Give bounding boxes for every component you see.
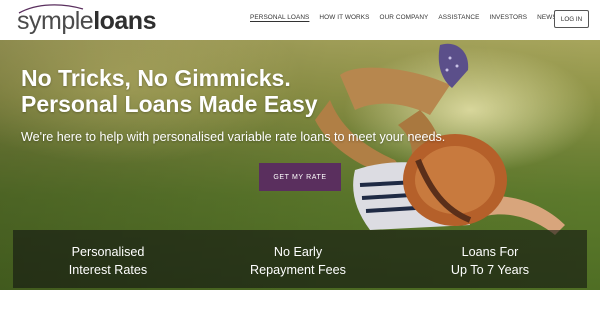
features-bar: Personalised Interest Rates No Early Rep… — [13, 230, 587, 288]
nav-investors[interactable]: Investors — [489, 14, 527, 21]
feature-line: Up To 7 Years — [450, 263, 530, 277]
logo-swoosh-icon — [18, 4, 84, 14]
get-my-rate-button[interactable]: Get My Rate — [259, 163, 341, 191]
feature-loan-term: Loans For Up To 7 Years — [395, 243, 585, 279]
nav-personal-loans[interactable]: Personal Loans — [250, 14, 309, 21]
nav-assistance[interactable]: Assistance — [438, 14, 479, 21]
hero-banner: No Tricks, No Gimmicks. Personal Loans M… — [0, 40, 600, 290]
site-header: symple loans Personal Loans How It Works … — [0, 0, 600, 40]
hero-title-line2: Personal Loans Made Easy — [21, 91, 318, 117]
feature-personalised-rates: Personalised Interest Rates — [13, 243, 203, 279]
login-button[interactable]: Log In — [554, 10, 589, 28]
feature-line: Personalised — [71, 245, 145, 259]
site-logo[interactable]: symple loans — [17, 4, 156, 35]
feature-no-early-fees: No Early Repayment Fees — [203, 243, 393, 279]
nav-how-it-works[interactable]: How It Works — [319, 14, 369, 21]
page-content-below — [0, 290, 600, 328]
hero-subtitle: We're here to help with personalised var… — [21, 130, 446, 144]
hero-title: No Tricks, No Gimmicks. Personal Loans M… — [21, 65, 381, 117]
hero-title-line1: No Tricks, No Gimmicks. — [21, 65, 291, 91]
main-nav: Personal Loans How It Works Our Company … — [250, 14, 589, 21]
feature-line: Repayment Fees — [250, 263, 346, 277]
feature-line: No Early — [273, 245, 323, 259]
nav-our-company[interactable]: Our Company — [380, 14, 429, 21]
logo-text-bold: loans — [93, 7, 156, 35]
feature-line: Interest Rates — [68, 263, 148, 277]
feature-line: Loans For — [461, 245, 519, 259]
